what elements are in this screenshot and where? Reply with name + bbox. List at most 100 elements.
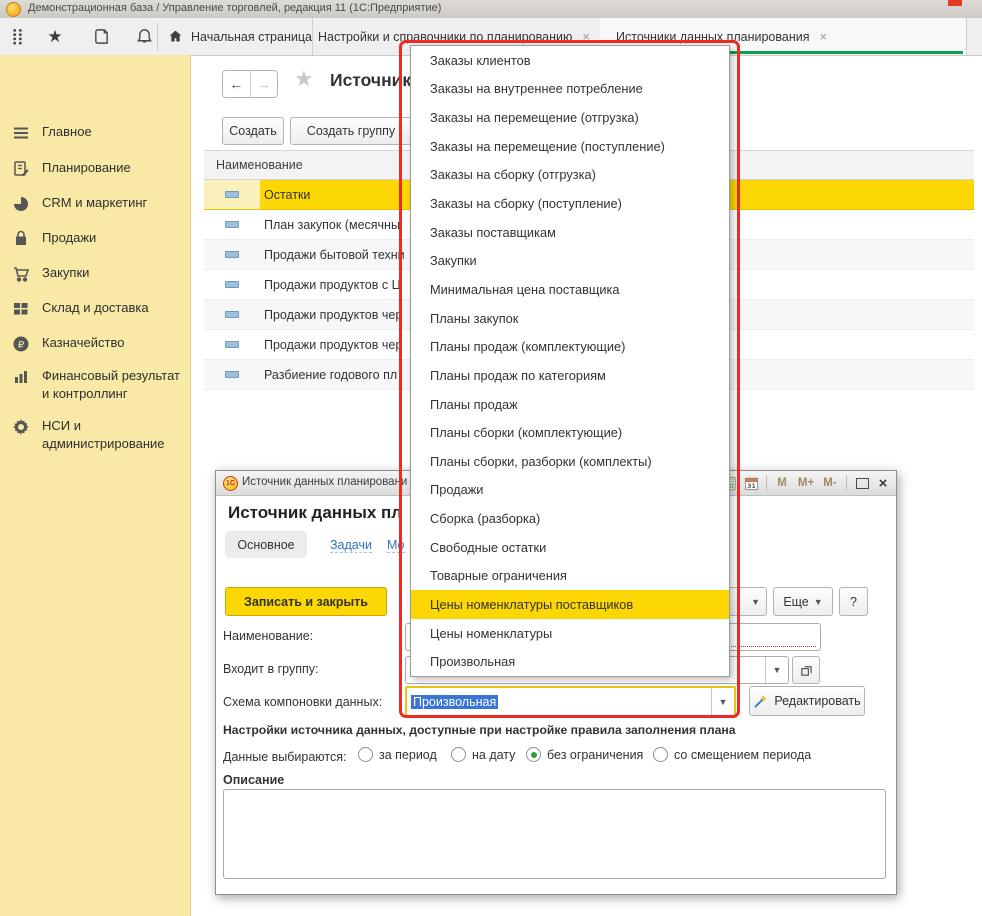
dash-icon xyxy=(225,281,239,288)
window-title: Демонстрационная база / Управление торго… xyxy=(28,2,441,14)
dropdown-item[interactable]: Заказы на перемещение (отгрузка) xyxy=(411,103,729,132)
dropdown-item[interactable]: Заказы на сборку (отгрузка) xyxy=(411,161,729,190)
grid-icon xyxy=(12,300,30,318)
radio-option[interactable]: без ограничения xyxy=(526,747,643,762)
dash-icon xyxy=(225,251,239,258)
radio-option[interactable]: со смещением периода xyxy=(653,747,811,762)
titlebar-separator xyxy=(766,475,767,491)
magic-wand-icon xyxy=(753,694,768,709)
dropdown-item[interactable]: Произвольная xyxy=(411,647,729,676)
dropdown-item[interactable]: Свободные остатки xyxy=(411,533,729,562)
row-icon-cell xyxy=(204,240,260,269)
favorite-star-icon[interactable]: ★ xyxy=(294,68,314,90)
dropdown-item[interactable]: Продажи xyxy=(411,476,729,505)
nav-buttons: ← → xyxy=(222,70,278,98)
tab-close-icon[interactable]: × xyxy=(820,29,828,44)
svg-text:31: 31 xyxy=(747,483,755,490)
calendar-icon[interactable]: 31 xyxy=(742,474,760,492)
dropdown-item[interactable]: Планы продаж (комплектующие) xyxy=(411,332,729,361)
more-button[interactable]: Еще ▼ xyxy=(773,587,833,616)
schema-combobox[interactable]: Произвольная ▼ xyxy=(405,686,736,718)
radio-label: без ограничения xyxy=(547,748,643,762)
create-group-button[interactable]: Создать группу xyxy=(290,117,412,145)
menu-icon xyxy=(12,124,30,142)
dropdown-item[interactable]: Заказы клиентов xyxy=(411,46,729,75)
dropdown-item[interactable]: Планы сборки, разборки (комплекты) xyxy=(411,447,729,476)
sidebar-item-label: Финансовый результат и контроллинг xyxy=(42,367,184,403)
dropdown-item[interactable]: Цены номенклатуры поставщиков xyxy=(411,590,729,619)
chevron-down-icon: ▼ xyxy=(751,597,760,607)
sidebar-item-main[interactable]: Главное xyxy=(0,123,190,142)
dropdown-item[interactable]: Минимальная цена поставщика xyxy=(411,275,729,304)
radio-label: за период xyxy=(379,748,437,762)
dropdown-item[interactable]: Заказы на перемещение (поступление) xyxy=(411,132,729,161)
window-titlebar: Демонстрационная база / Управление торго… xyxy=(0,0,982,19)
sidebar-item-label: Планирование xyxy=(42,159,184,177)
dropdown-item[interactable]: Закупки xyxy=(411,246,729,275)
radio-option[interactable]: за период xyxy=(358,747,437,762)
sidebar-item-nsi-admin[interactable]: НСИ и администрирование xyxy=(0,417,190,453)
sidebar-item-crm-marketing[interactable]: CRM и маркетинг xyxy=(0,194,190,213)
sidebar-item-label: Закупки xyxy=(42,264,184,282)
memory-store-button[interactable]: M xyxy=(772,474,792,492)
window-close-button[interactable] xyxy=(948,0,962,6)
radio-circle-icon xyxy=(451,747,466,762)
bag-icon xyxy=(12,230,30,248)
open-button[interactable] xyxy=(792,656,820,684)
favorites-star-icon[interactable]: ★ xyxy=(44,25,66,47)
tab-label: Начальная страница xyxy=(191,30,312,44)
app-logo-icon xyxy=(6,2,21,17)
dash-icon xyxy=(225,221,239,228)
forward-button[interactable]: → xyxy=(251,71,278,97)
schema-dropdown-list: Заказы клиентовЗаказы на внутреннее потр… xyxy=(410,45,730,677)
tab-close-icon[interactable]: × xyxy=(582,29,590,44)
svg-text:₽: ₽ xyxy=(18,340,25,351)
save-and-close-button[interactable]: Записать и закрыть xyxy=(225,587,387,616)
dialog-tab-main[interactable]: Основное xyxy=(225,531,307,558)
memory-minus-button[interactable]: M- xyxy=(818,474,842,492)
menu-dots-icon[interactable] xyxy=(6,25,28,47)
radio-option[interactable]: на дату xyxy=(451,747,515,762)
chevron-down-icon: ▼ xyxy=(814,597,823,607)
dropdown-item[interactable]: Планы продаж по категориям xyxy=(411,361,729,390)
dropdown-item[interactable]: Заказы поставщикам xyxy=(411,218,729,247)
dropdown-item[interactable]: Заказы на сборку (поступление) xyxy=(411,189,729,218)
tab-label: Настройки и справочники по планированию xyxy=(318,30,572,44)
dash-icon xyxy=(225,191,239,198)
memory-plus-button[interactable]: M+ xyxy=(794,474,818,492)
dash-icon xyxy=(225,341,239,348)
help-button[interactable]: ? xyxy=(839,587,868,616)
dropdown-item[interactable]: Заказы на внутреннее потребление xyxy=(411,75,729,104)
create-button[interactable]: Создать xyxy=(222,117,284,145)
dropdown-item[interactable]: Товарные ограничения xyxy=(411,562,729,591)
dropdown-item[interactable]: Цены номенклатуры xyxy=(411,619,729,648)
sidebar-item-sales[interactable]: Продажи xyxy=(0,229,190,248)
sidebar-item-warehouse-delivery[interactable]: Склад и доставка xyxy=(0,299,190,318)
chevron-down-icon[interactable]: ▼ xyxy=(765,657,788,683)
back-button[interactable]: ← xyxy=(223,71,251,97)
ruble-icon: ₽ xyxy=(12,335,30,353)
sidebar-item-purchases[interactable]: Закупки xyxy=(0,264,190,283)
sidebar-item-financial-result[interactable]: Финансовый результат и контроллинг xyxy=(0,367,190,403)
column-header: Наименование xyxy=(216,158,303,172)
history-icon[interactable] xyxy=(90,25,112,47)
dropdown-item[interactable]: Планы закупок xyxy=(411,304,729,333)
planning-icon xyxy=(12,160,30,178)
dialog-tab-mo[interactable]: Мо xyxy=(387,538,405,553)
dialog-heading: Источник данных пл xyxy=(228,503,402,523)
description-textarea[interactable] xyxy=(223,789,886,879)
edit-button[interactable]: Редактировать xyxy=(749,686,865,716)
chevron-down-icon[interactable]: ▼ xyxy=(711,688,734,716)
dialog-tab-tasks[interactable]: Задачи xyxy=(330,538,372,553)
maximize-button[interactable] xyxy=(852,474,872,492)
dialog-close-button[interactable]: × xyxy=(874,474,892,492)
dropdown-item[interactable]: Планы сборки (комплектующие) xyxy=(411,418,729,447)
sidebar-item-planning[interactable]: Планирование xyxy=(0,159,190,178)
notifications-bell-icon[interactable] xyxy=(133,25,155,47)
dropdown-item[interactable]: Планы продаж xyxy=(411,390,729,419)
sidebar-item-label: CRM и маркетинг xyxy=(42,194,184,212)
tab-home[interactable]: Начальная страница xyxy=(158,18,313,55)
dropdown-item[interactable]: Сборка (разборка) xyxy=(411,504,729,533)
sidebar-item-treasury[interactable]: ₽Казначейство xyxy=(0,334,190,353)
titlebar-separator xyxy=(846,475,847,491)
